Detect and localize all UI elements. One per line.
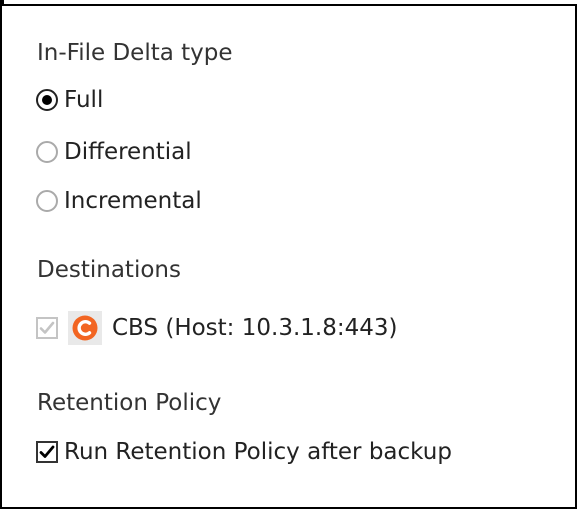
check-icon (39, 445, 55, 458)
check-icon (39, 321, 55, 334)
retention-option-label: Run Retention Policy after backup (64, 439, 452, 465)
delta-option-incremental[interactable]: Incremental (36, 186, 202, 216)
destinations-section-title: Destinations (37, 257, 181, 283)
delta-option-full[interactable]: Full (36, 85, 103, 115)
radio-button-incremental[interactable] (36, 190, 58, 212)
delta-option-differential[interactable]: Differential (36, 137, 192, 167)
radio-button-full[interactable] (36, 89, 58, 111)
destination-label-cbs: CBS (Host: 10.3.1.8:443) (112, 315, 398, 341)
delta-section-title: In-File Delta type (37, 40, 233, 66)
destination-item-cbs: CBS (Host: 10.3.1.8:443) (36, 310, 397, 346)
retention-section-title: Retention Policy (37, 390, 222, 416)
delta-option-incremental-label: Incremental (64, 188, 202, 214)
delta-option-full-label: Full (64, 87, 104, 113)
delta-option-differential-label: Differential (64, 139, 192, 165)
cbs-logo-icon (68, 311, 102, 345)
retention-checkbox[interactable] (36, 441, 58, 463)
radio-button-differential[interactable] (36, 141, 58, 163)
retention-option-run[interactable]: Run Retention Policy after backup (36, 434, 452, 470)
destination-checkbox-cbs (36, 317, 58, 339)
